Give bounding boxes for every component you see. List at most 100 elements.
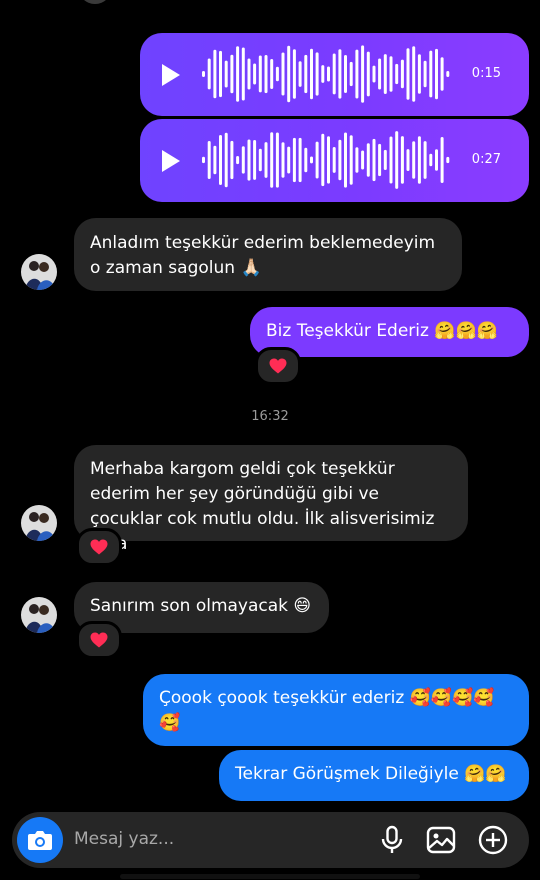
waveform-bar [315,52,319,96]
waveform-bar [304,147,308,173]
waveform-bar [338,49,342,99]
heart-icon [90,539,108,555]
waveform-bar [264,55,268,94]
waveform-bar [298,61,302,87]
waveform-bar [361,150,365,170]
sent-message[interactable]: Çoook çoook teşekkür ederiz 🥰🥰🥰🥰🥰 [143,674,529,746]
waveform-bar [378,143,382,177]
heart-icon [90,632,108,648]
waveform-bar [366,51,370,97]
waveform-bar [270,59,274,89]
gallery-icon[interactable] [426,825,456,855]
avatar[interactable] [78,0,112,4]
waveform-bar [423,60,427,88]
message-text: Biz Teşekkür Ederiz 🤗🤗🤗 [266,321,498,341]
waveform-bar [247,139,251,181]
waveform-bar [332,147,336,173]
waveform-bar [446,156,450,164]
voice-message[interactable]: 0:15 [140,33,529,116]
heart-icon [269,358,287,374]
message-text: Sanırım son olmayacak 😄 [90,596,312,616]
waveform-bar [253,140,257,180]
waveform-bar [224,60,228,88]
waveform-bar [440,137,444,183]
timestamp: 16:32 [251,409,289,424]
received-message[interactable]: Merhaba kargom geldi çok teşekkür ederim… [74,445,468,554]
waveform-bar [366,143,370,177]
waveform-bar [258,55,262,93]
waveform-bar [332,53,336,95]
waveform-bar [355,49,359,99]
voice-message[interactable]: 0:27 [140,119,529,202]
waveform-bar [213,49,217,99]
waveform-bar [275,66,279,82]
waveform-bar [361,45,365,103]
home-indicator [120,874,420,879]
avatar-photo [21,597,57,633]
reaction-badge[interactable] [76,621,122,659]
waveform-bar [270,132,274,188]
message-input[interactable]: Mesaj yaz... [74,829,174,849]
waveform-bar [275,132,279,188]
waveform-bar [389,136,393,184]
waveform-bar [435,48,438,100]
waveform-bar [264,142,268,178]
waveform-bar [417,54,421,94]
waveform-bar [207,141,211,179]
waveform-bar [321,65,325,83]
message-composer: Mesaj yaz... [12,812,529,868]
camera-icon [28,831,52,850]
plus-icon[interactable] [478,825,508,855]
waveform-bar [287,146,291,174]
waveform-bar [338,139,342,181]
waveform-bar [327,66,330,82]
play-icon[interactable] [162,150,180,172]
sent-message[interactable]: Tekrar Görüşmek Dileğiyle 🤗🤗 [219,750,529,801]
waveform-bar [378,58,382,90]
waveform-bar [429,50,433,98]
waveform-bar [247,58,251,90]
waveform-bar [412,46,416,102]
received-message[interactable]: Anladım teşekkür ederim beklemedeyim o z… [74,218,462,291]
waveform-bar [423,141,427,179]
avatar[interactable] [21,505,57,541]
waveform-bar [327,136,330,184]
waveform-bar [230,140,234,180]
waveform-bar [349,61,353,87]
waveform-bar [298,137,302,183]
waveform-bar [202,156,205,164]
waveform-bar [241,146,245,174]
waveform-bar [310,48,313,100]
waveform-bar [417,136,421,184]
waveform-bar [310,156,313,164]
reaction-badge[interactable] [76,528,122,566]
waveform-bar [287,45,291,103]
avatar[interactable] [21,254,57,290]
waveform-bar [236,46,240,102]
waveform-bar [383,54,387,94]
waveform-bar [219,135,222,185]
waveform-bar [236,156,240,165]
waveform-bar [372,65,376,83]
message-text: Tekrar Görüşmek Dileğiyle 🤗🤗 [235,764,507,784]
waveform[interactable] [201,41,451,107]
reaction-badge[interactable] [255,347,301,385]
camera-button[interactable] [17,817,63,863]
play-icon[interactable] [162,64,180,86]
waveform-bar [281,142,285,178]
avatar-photo [21,505,57,541]
message-text: Merhaba kargom geldi çok teşekkür ederim… [90,459,435,554]
waveform-bar [304,54,308,94]
waveform-bar [241,47,245,101]
message-text: Anladım teşekkür ederim beklemedeyim o z… [90,233,436,278]
waveform-bar [406,48,410,100]
waveform-bar [202,71,205,77]
waveform-bar [389,56,393,92]
waveform[interactable] [201,127,451,193]
avatar[interactable] [21,597,57,633]
voice-duration: 0:27 [471,152,501,167]
waveform-bar [400,136,404,184]
waveform-bar [207,58,211,90]
microphone-icon[interactable] [377,825,407,855]
waveform-bar [383,149,387,170]
